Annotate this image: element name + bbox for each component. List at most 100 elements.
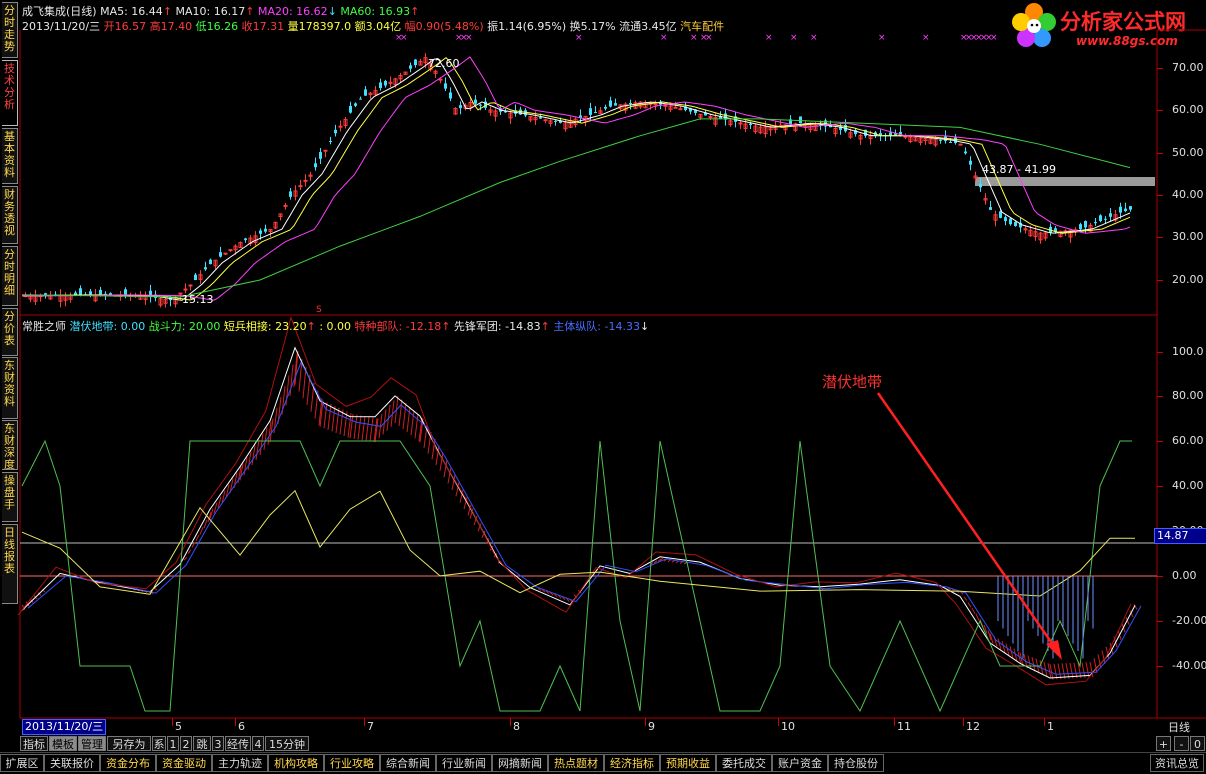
month-label: 5 <box>175 720 182 733</box>
zoom-button-1[interactable]: + <box>1156 736 1171 751</box>
toolbar2-button-13[interactable]: 预期收益 <box>660 754 716 772</box>
function-toolbar: 扩展区 关联报价 资金分布 资金驱动 主力轨迹 机构攻略 行业攻略 综合新闻 行业新闻 网摘新闻热… <box>0 752 1206 774</box>
current-date-badge: 2013/11/20/三 <box>22 719 107 735</box>
toolbar1-button-5[interactable]: 系 <box>152 736 166 751</box>
hatch-bar <box>997 638 1002 650</box>
candle-body <box>1014 221 1017 227</box>
candle-body <box>1079 224 1082 230</box>
indicator-t1: 潜伏地带: 0.00 <box>69 320 146 333</box>
hatch-bar <box>971 607 976 615</box>
hatch-bar <box>289 364 294 397</box>
annotation-arrow <box>876 392 1060 653</box>
month-label: 1 <box>1047 720 1054 733</box>
price-axis-tick <box>1157 195 1163 196</box>
indicator-t4: : 0.00 <box>319 320 352 333</box>
candle-body <box>543 119 548 122</box>
indicator-axis-tick <box>1157 486 1163 487</box>
toolbar2-button-15[interactable]: 账户资金 <box>772 754 828 772</box>
candle-body <box>319 152 322 159</box>
hatch-bar <box>1061 663 1066 679</box>
candle-body <box>444 83 447 89</box>
toolbar1-button-9[interactable]: 3 <box>212 736 224 751</box>
indicator-axis-tick <box>1157 396 1163 397</box>
main-line <box>21 346 1136 679</box>
candle-body <box>209 259 212 265</box>
hatch-bar <box>1065 663 1070 679</box>
toolbar2-button-7[interactable]: 行业攻略 <box>324 754 380 772</box>
hatch-bar <box>327 404 332 430</box>
signal-marker: × <box>705 33 713 43</box>
month-label: 12 <box>966 720 980 733</box>
toolbar2-button-11[interactable]: 热点题材 <box>548 754 604 772</box>
current-value-badge: 14.87 <box>1154 528 1206 544</box>
price-axis-label: 30.00 <box>1172 230 1204 243</box>
hatch-bar <box>183 556 188 561</box>
indicator-axis-label: 80.00 <box>1172 389 1204 402</box>
price-axis-label: 70.00 <box>1172 61 1204 74</box>
candle-body <box>939 139 942 141</box>
zoom-button-3[interactable]: 0 <box>1190 736 1205 751</box>
ma5-line <box>22 58 1131 301</box>
signal-marker: × <box>465 33 473 43</box>
hatch-bar <box>259 433 264 455</box>
toolbar2-button-14[interactable]: 委托成交 <box>716 754 772 772</box>
toolbar2-button-5[interactable]: 主力轨迹 <box>212 754 268 772</box>
toolbar1-button-11[interactable]: 4 <box>252 736 264 751</box>
indicator-axis-label: 0.00 <box>1172 569 1197 582</box>
period-label: 日线 <box>1168 721 1190 734</box>
zoom-button-2[interactable]: - <box>1174 736 1189 751</box>
candle-body <box>949 141 952 143</box>
hatch-bar <box>335 407 340 434</box>
candle-body <box>989 207 992 210</box>
month-label: 8 <box>513 720 520 733</box>
candle-body <box>1119 206 1122 213</box>
hatch-bar <box>331 405 336 432</box>
signal-marker: × <box>765 33 773 43</box>
toolbar1-button-8[interactable]: 跳 <box>193 736 211 751</box>
hatch-bar <box>369 417 374 442</box>
toolbar2-button-2[interactable]: 关联报价 <box>44 754 100 772</box>
toolbar2-button-6[interactable]: 机构攻略 <box>268 754 324 772</box>
candle-body <box>979 183 982 188</box>
toolbar2-button-8[interactable]: 综合新闻 <box>380 754 436 772</box>
toolbar1-button-7[interactable]: 2 <box>180 736 192 751</box>
toolbar1-button-2[interactable]: 模板 <box>49 736 77 751</box>
price-range-label: 43.87 - 41.99 <box>982 163 1056 176</box>
toolbar1-button-3[interactable]: 管理 <box>78 736 106 751</box>
toolbar2-button-1[interactable]: 扩展区 <box>0 754 44 772</box>
indicator-axis-label: 60.00 <box>1172 434 1204 447</box>
candle-body <box>1129 206 1132 210</box>
toolbar1-button-10[interactable]: 经传 <box>225 736 251 751</box>
toolbar2-button-10[interactable]: 网摘新闻 <box>492 754 548 772</box>
candle-body <box>338 125 343 128</box>
indicator-axis-label: 100.0 <box>1172 345 1204 358</box>
toolbar2-button-9[interactable]: 行业新闻 <box>436 754 492 772</box>
candle-body <box>384 80 387 86</box>
annotation-label: 潜伏地带 <box>822 373 883 391</box>
signal-marker: × <box>878 33 886 43</box>
candle-body <box>969 160 972 165</box>
candle-body <box>459 105 462 109</box>
toolbar2-button-16[interactable]: 持仓股份 <box>828 754 884 772</box>
candle-body <box>673 106 678 109</box>
toolbar1-button-12[interactable]: 15分钟 <box>265 736 309 751</box>
toolbar1-button-6[interactable]: 1 <box>167 736 179 751</box>
month-tick <box>510 718 511 726</box>
toolbar1-button-4[interactable]: 另存为 <box>107 736 151 751</box>
month-label: 7 <box>367 720 374 733</box>
indicator-axis-tick <box>1157 441 1163 442</box>
candle-body <box>334 129 337 134</box>
toolbar2-button-3[interactable]: 资金分布 <box>100 754 156 772</box>
news-overview-button[interactable]: 资讯总览 <box>1150 754 1204 772</box>
candle-body <box>609 100 612 107</box>
toolbar1-button-1[interactable]: 指标 <box>20 736 48 751</box>
toolbar2-button-4[interactable]: 资金驱动 <box>156 754 212 772</box>
trend-line <box>27 361 1142 675</box>
chart-area[interactable]: ×× ××× × × × ×× × × × × × ××××××× S <box>0 0 1206 773</box>
signal-marker: × <box>690 33 698 43</box>
candle-body <box>298 185 303 188</box>
toolbar2-button-12[interactable]: 经济指标 <box>604 754 660 772</box>
price-axis-tick <box>1157 153 1163 154</box>
candle-body <box>903 135 908 138</box>
candle-body <box>323 149 328 152</box>
